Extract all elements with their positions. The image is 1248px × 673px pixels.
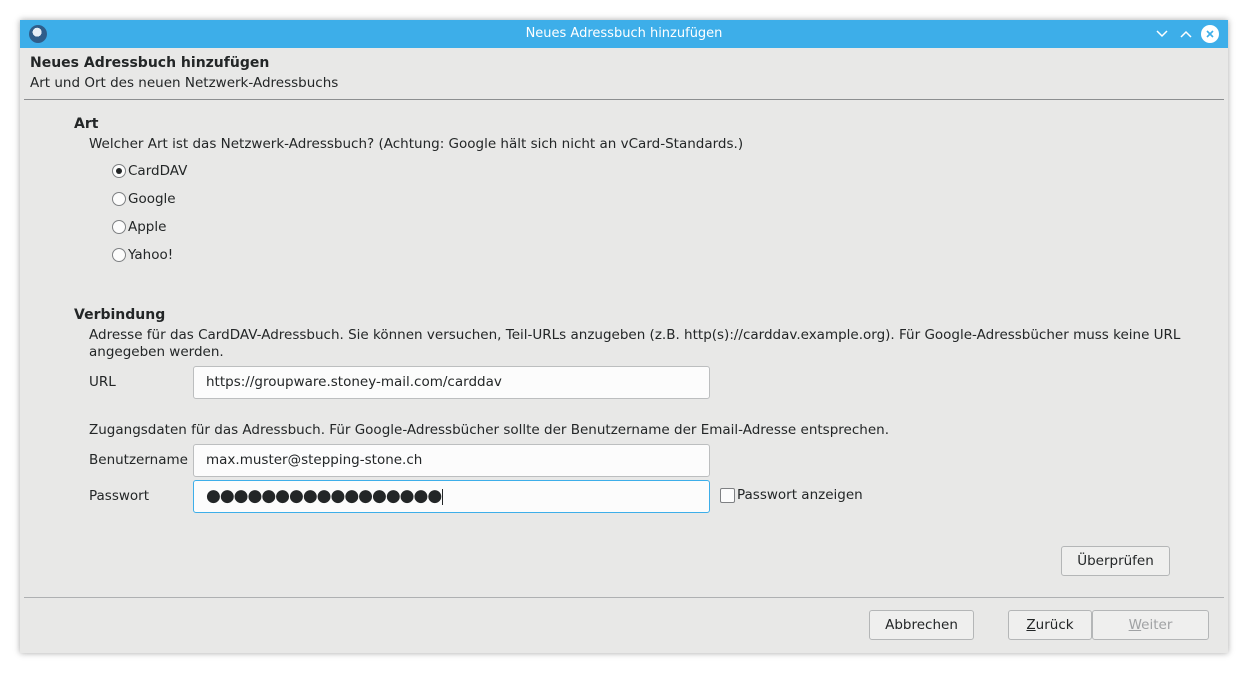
section-title-verbindung: Verbindung xyxy=(74,307,166,323)
radio-yahoo[interactable]: Yahoo! xyxy=(112,246,173,264)
radio-button[interactable] xyxy=(112,248,126,262)
radio-button[interactable] xyxy=(112,164,126,178)
radio-button[interactable] xyxy=(112,192,126,206)
art-description: Welcher Art ist das Netzwerk-Adressbuch?… xyxy=(89,136,744,152)
window-title: Neues Adressbuch hinzufügen xyxy=(525,26,723,41)
next-button[interactable]: Weiter xyxy=(1092,610,1209,640)
radio-label: Apple xyxy=(128,219,167,235)
password-label: Passwort xyxy=(89,488,150,504)
cancel-button[interactable]: Abbrechen xyxy=(869,610,974,640)
radio-button[interactable] xyxy=(112,220,126,234)
radio-label: CardDAV xyxy=(128,163,188,179)
radio-label: Google xyxy=(128,191,176,207)
close-icon[interactable] xyxy=(1201,25,1219,43)
footer-divider xyxy=(24,597,1224,598)
minimize-chevron-down-icon[interactable] xyxy=(1153,25,1171,43)
password-input[interactable]: ●●●●●●●●●●●●●●●●● xyxy=(193,480,710,513)
page-title: Neues Adressbuch hinzufügen xyxy=(30,55,270,71)
text-caret xyxy=(442,489,444,505)
next-label: eiter xyxy=(1141,617,1173,633)
credentials-description: Zugangsdaten für das Adressbuch. Für Goo… xyxy=(89,422,889,438)
maximize-chevron-up-icon[interactable] xyxy=(1177,25,1195,43)
verbindung-description-line2: angegeben werden. xyxy=(89,344,224,360)
radio-label: Yahoo! xyxy=(128,247,174,263)
radio-apple[interactable]: Apple xyxy=(112,218,166,236)
next-mnemonic: W xyxy=(1128,617,1142,633)
check-button[interactable]: Überprüfen xyxy=(1061,546,1170,576)
dialog-window: Neues Adressbuch hinzufügen Neues Adress… xyxy=(20,20,1228,653)
back-mnemonic: Z xyxy=(1026,617,1036,633)
back-button[interactable]: Zurück xyxy=(1008,610,1092,640)
password-mask: ●●●●●●●●●●●●●●●●● xyxy=(206,486,442,506)
radio-google[interactable]: Google xyxy=(112,190,176,208)
url-label: URL xyxy=(89,374,116,390)
back-label: urück xyxy=(1035,617,1074,633)
title-bar[interactable]: Neues Adressbuch hinzufügen xyxy=(20,20,1228,48)
show-password-label: Passwort anzeigen xyxy=(737,487,863,503)
show-password-toggle[interactable]: Passwort anzeigen xyxy=(720,487,863,503)
header-divider xyxy=(24,99,1224,100)
username-label: Benutzername xyxy=(89,452,188,468)
show-password-checkbox[interactable] xyxy=(720,487,735,503)
username-input[interactable]: max.muster@stepping-stone.ch xyxy=(193,444,710,477)
verbindung-description-line1: Adresse für das CardDAV-Adressbuch. Sie … xyxy=(89,327,1181,343)
url-input[interactable]: https://groupware.stoney-mail.com/cardda… xyxy=(193,366,710,399)
radio-carddav[interactable]: CardDAV xyxy=(112,162,187,180)
section-title-art: Art xyxy=(74,116,99,132)
page-subtitle: Art und Ort des neuen Netzwerk-Adressbuc… xyxy=(30,75,339,91)
